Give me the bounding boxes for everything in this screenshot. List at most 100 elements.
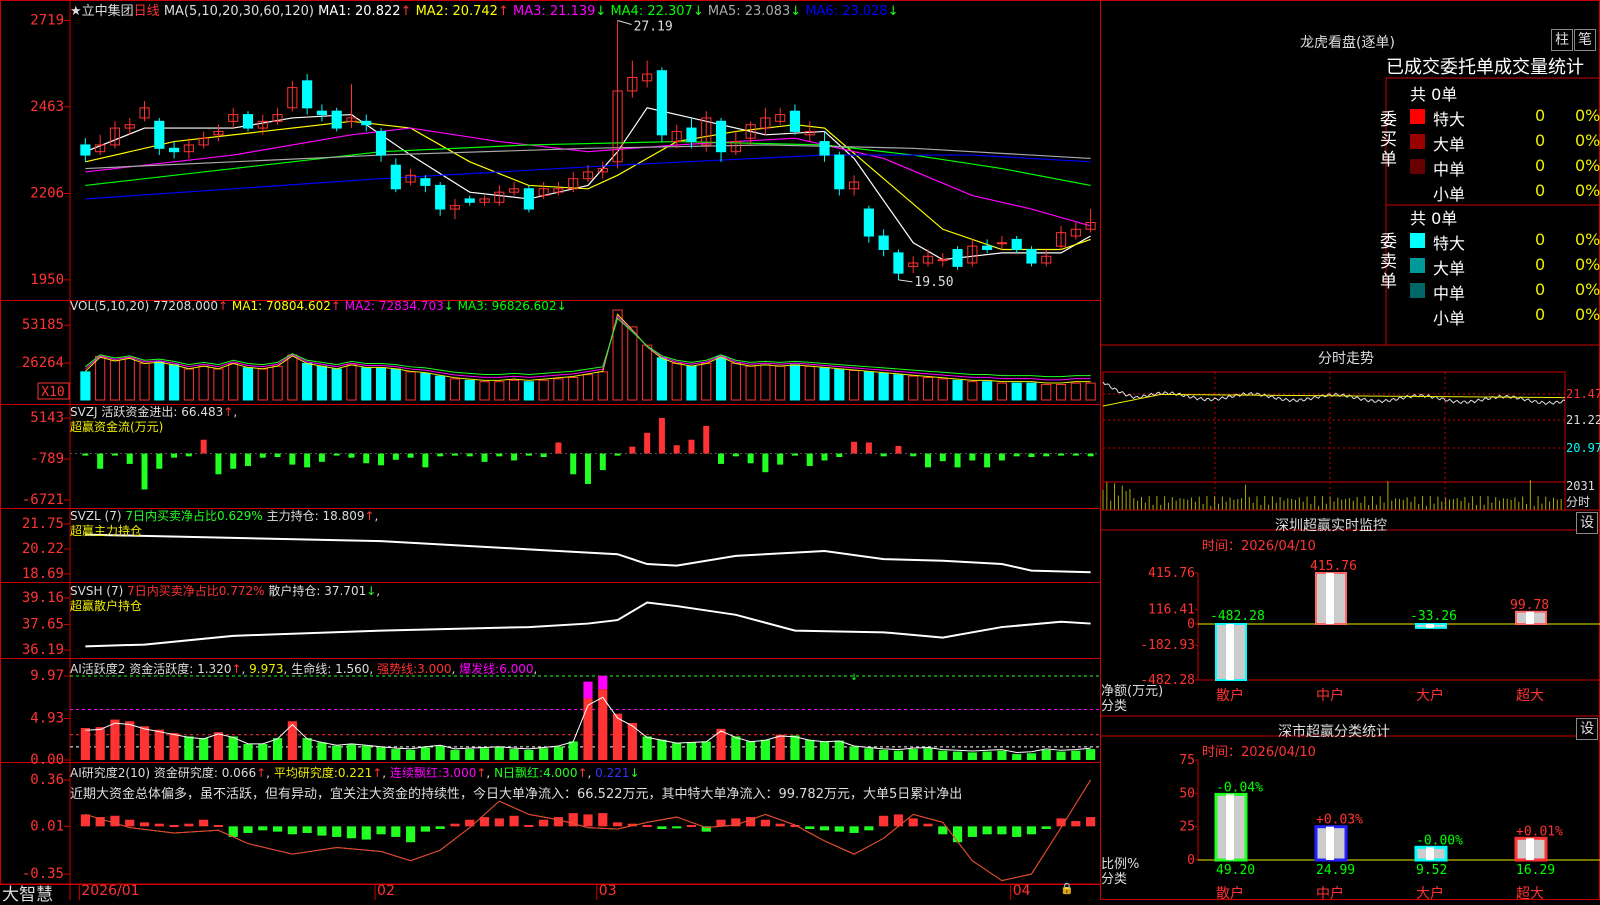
candle — [287, 80, 298, 112]
sz-class-value: 9.52 — [1416, 863, 1447, 878]
candle — [656, 67, 667, 142]
aires-bar — [332, 826, 342, 837]
aires-bar — [494, 818, 504, 827]
candle — [449, 198, 461, 220]
svzj-bar — [156, 453, 163, 469]
svzj-sub: 超赢资金流(万元) — [70, 420, 164, 434]
sz-class-settings-button[interactable]: 设 — [1576, 718, 1598, 740]
fenshi-y-label: 21.22 — [1566, 413, 1600, 427]
aires-v3: 3.000 — [441, 766, 477, 780]
aiact-bar — [317, 742, 327, 760]
legend-swatch — [1410, 233, 1425, 248]
vol-ma-values: MA1: 70804.602↑ MA2: 72834.703↓ MA3: 968… — [232, 299, 567, 313]
aires-bar — [982, 826, 992, 835]
candle — [509, 182, 520, 196]
high-marker — [617, 19, 632, 25]
sz-monitor-bar-shine — [1326, 573, 1334, 624]
aiact-bar — [568, 741, 578, 760]
aires-bar — [435, 826, 445, 829]
vol-bar — [257, 368, 268, 401]
aires-bar — [893, 814, 904, 827]
svzj-arrow: ↑ — [223, 405, 234, 419]
candle-body — [316, 110, 327, 116]
sz-class-title: 深市超赢分类统计 — [1278, 724, 1390, 740]
aiact-bar — [1041, 749, 1051, 760]
aiact-bar — [642, 736, 652, 760]
candle-body — [819, 141, 830, 156]
aiact-l5: 爆发线: — [459, 662, 500, 676]
right-panel-frame — [1100, 0, 1600, 900]
kline-y-label: 2206 — [30, 186, 64, 202]
vol-bar — [952, 379, 963, 401]
svzj-bar — [451, 453, 458, 456]
svsh-header: SVSH (7) 7日内买卖净占比0.772% 散户持仓: 37.701↓, 超… — [70, 584, 381, 613]
lock-icon[interactable]: 🔒 — [1060, 882, 1074, 895]
vol-bar — [1070, 382, 1081, 401]
vol-bar — [124, 357, 135, 401]
ma-line-5 — [85, 144, 1091, 170]
period-label[interactable]: 日线 — [134, 4, 160, 19]
svzj-bar — [82, 453, 89, 456]
sz-monitor-value: 99.78 — [1510, 598, 1549, 613]
aiact-bar — [731, 736, 741, 760]
aiact-bar — [1056, 751, 1066, 760]
aiact-bar — [110, 719, 120, 760]
sz-class-value: 24.99 — [1316, 863, 1355, 878]
candle-body — [302, 80, 313, 109]
vol-bar — [228, 362, 239, 401]
ma-line-1 — [85, 107, 1091, 261]
aiact-bar — [376, 747, 386, 760]
vol-bar — [479, 381, 490, 401]
svzj-bar — [525, 453, 532, 456]
candle — [331, 107, 342, 132]
sz-class-ylabel: 比例% 分类 — [1101, 857, 1140, 887]
candle — [893, 249, 904, 280]
aires-bar — [1086, 817, 1096, 827]
tick-mode-button[interactable]: 笔 — [1574, 29, 1596, 51]
candle — [1041, 249, 1052, 267]
aires-bar — [406, 826, 416, 843]
svzj-bar — [673, 445, 680, 454]
aires-bar — [287, 826, 297, 835]
svzj-bar — [245, 453, 251, 466]
sz-class-change: +0.01% — [1516, 824, 1563, 839]
vol-bar — [213, 368, 224, 401]
bar-mode-button[interactable]: 柱 — [1551, 29, 1573, 51]
vol-unit: X10 — [41, 385, 64, 400]
lhb-cell-n: 0 — [1535, 156, 1546, 175]
svsh-label1: 7日内买卖净占比0.772% — [127, 584, 265, 598]
candle — [228, 107, 239, 129]
svzj-bar — [392, 453, 399, 460]
lhb-cell-pct: 0% — [1575, 106, 1600, 125]
stock-name[interactable]: ★立中集团 — [70, 4, 134, 19]
aiact-bar — [332, 745, 342, 760]
sz-class-change: -0.00% — [1416, 833, 1463, 848]
x-axis-label: 2026/01 — [81, 883, 140, 899]
svzl-value: 18.809 — [322, 509, 365, 523]
candle — [80, 138, 91, 162]
candle — [849, 175, 860, 196]
vol-bar — [760, 364, 771, 401]
candle — [775, 107, 786, 125]
vol-bar — [878, 372, 889, 401]
svzj-bar — [688, 439, 695, 454]
lhb-cell-name: 中单 — [1433, 160, 1466, 179]
sz-class-value: 49.20 — [1216, 863, 1255, 878]
vol-bar — [109, 360, 121, 401]
candle-body — [242, 114, 254, 129]
aires-v5: 0.221 — [595, 766, 630, 780]
vol-bar — [642, 344, 653, 401]
candle — [1070, 222, 1081, 240]
candle — [361, 114, 372, 132]
sz-monitor-settings-button[interactable]: 设 — [1576, 512, 1598, 534]
aiact-bar — [553, 746, 564, 760]
candle-body — [420, 178, 431, 186]
svzj-bar — [304, 453, 311, 468]
svzj-bar — [481, 453, 488, 462]
sz-monitor-category: 散户 — [1216, 687, 1244, 704]
vol-bar — [494, 381, 505, 401]
vol-bar — [198, 365, 209, 401]
aires-bar — [391, 826, 401, 837]
candle — [375, 128, 387, 162]
aiact-y-label: 9.97 — [30, 668, 64, 684]
